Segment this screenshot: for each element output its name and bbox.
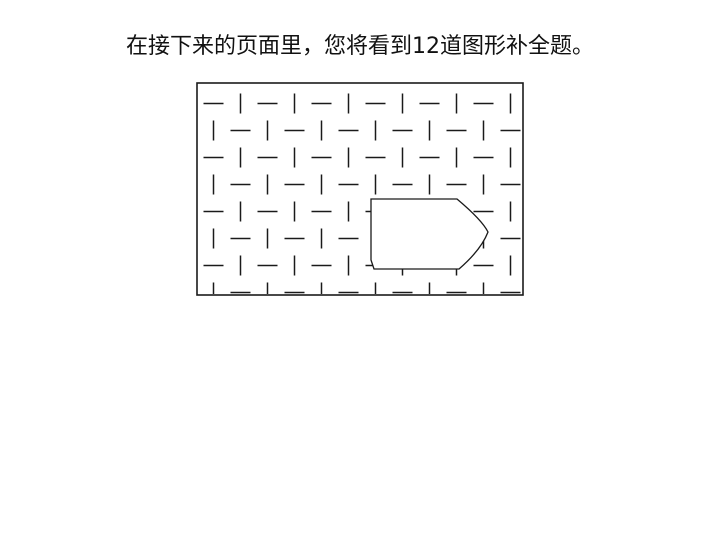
missing-piece-blank <box>370 198 489 270</box>
instruction-text: 在接下来的页面里，您将看到12道图形补全题。 <box>126 34 594 59</box>
puzzle-figure <box>196 82 524 296</box>
pattern-tiles <box>203 93 521 294</box>
pattern-border <box>196 82 524 296</box>
pattern-grid <box>196 82 524 296</box>
